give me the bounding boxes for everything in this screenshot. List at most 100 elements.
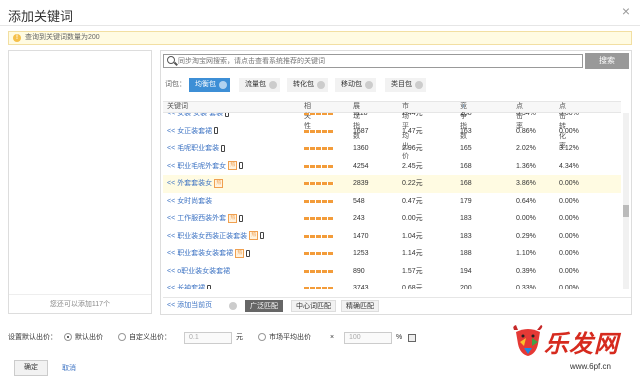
cell-ctr: 0.33% [516,285,536,289]
sort-icon: ↑ [561,104,564,110]
add-arrow: << [167,250,176,257]
cell-competition: 183 [460,215,472,222]
keyword-search-panel: 搜索 词包： 均衡包 流量包 转化包 移动包 类目包 关键词 相关性↑ 展现指数… [160,50,632,315]
cell-cvr: 0.00% [559,215,579,222]
add-arrow: << [167,162,176,170]
radio-icon[interactable] [118,333,126,342]
cell-cvr: 0.00% [559,267,579,275]
cell-ctr: 1.36% [516,162,536,170]
add-arrow: << [167,127,176,135]
default-bid-row: 设置默认出价： 默认出价 自定义出价： 0.1 元 市场平均出价 × 100 % [8,332,448,344]
help-icon[interactable] [365,81,373,89]
help-icon[interactable] [219,81,227,89]
custom-bid-option[interactable]: 自定义出价： [118,332,171,344]
search-box [163,54,583,68]
cell-impressions: 890 [353,267,365,275]
custom-bid-input[interactable]: 0.1 [184,332,232,344]
times-sign: × [330,334,335,341]
default-bid-option[interactable]: 默认出价 [64,332,103,344]
hot-badge: 热 [249,231,259,241]
remaining-count: 您还可以添加117个 [9,294,151,309]
keyword-add-link[interactable]: << 女装 女装 套装 [167,113,230,123]
cell-cvr: 0.00% [559,285,579,289]
search-button[interactable]: 搜索 [585,53,629,69]
table-row: << 长袖套裙 3743 0.68元 200 0.33% 0.00% [163,280,621,289]
cell-competition: 158 [460,113,472,117]
keyword-add-link[interactable]: << 女时尚套装 [167,193,212,211]
scrollbar-thumb[interactable] [623,205,629,217]
radio-icon[interactable] [64,333,72,342]
radio-icon[interactable] [258,333,266,342]
search-input[interactable] [178,55,578,67]
search-icon [167,56,175,64]
relevance-bar [304,182,334,185]
relevance-bar [304,252,334,255]
table-scrollbar[interactable] [623,113,629,289]
cell-avg-bid: 0.00元 [402,215,423,222]
cell-cvr: 4.34% [559,162,579,170]
hot-badge: 热 [235,248,245,258]
table-row: << 外套套装女热 2839 0.22元 168 3.86% 0.00% [163,175,621,193]
keyword-add-link[interactable]: << 职业毛呢外套女热 [167,158,244,176]
package-tab-conversion[interactable]: 转化包 [287,78,328,92]
percent-label: % [396,334,403,341]
cell-cvr: 0.00% [559,113,579,117]
package-tab-category[interactable]: 类目包 [385,78,426,92]
confirm-button[interactable]: 确定 [14,360,48,376]
help-icon[interactable] [269,81,277,89]
keyword-add-link[interactable]: << 职业装女西装正装套装热 [167,228,265,246]
add-current-page-link[interactable]: << 添加当前页 [167,298,212,314]
match-exact-button[interactable]: 精确匹配 [341,300,379,312]
cell-avg-bid: 0.47元 [402,197,423,205]
table-row: << 职业毛呢外套女热 4254 2.45元 168 1.36% 4.34% [163,158,621,176]
package-tab-label: 转化包 [293,81,314,88]
cell-ctr: 1.10% [516,250,536,257]
watermark-brand: 乐发网 [544,329,619,358]
calculator-icon[interactable] [408,334,416,342]
table-header: 关键词 相关性 ↑ 展现指数 ↑ 市场平均出价 ↑ 竞争指数 ↑ 点击率 ↑ 点击转化率 ↑ [163,101,621,160]
phone-icon [207,284,212,289]
relevance-bar [304,199,334,203]
cell-ctr: 3.86% [516,180,536,187]
table-row: << 职业装女西装正装套装热 1470 1.04元 183 0.29% 0.00% [163,228,621,246]
package-tab-label: 均衡包 [195,81,216,88]
close-icon[interactable]: × [622,3,630,19]
bull-icon [513,325,543,356]
cell-ctr: 0.34% [516,113,536,117]
keyword-add-link[interactable]: << 外套套装女热 [167,175,224,193]
phone-icon [214,127,219,135]
keyword-text: 女装 女装 套装 [177,113,224,117]
cancel-link[interactable]: 取消 [62,363,76,373]
add-arrow: << [167,215,176,222]
cell-ctr: 0.39% [516,267,536,275]
keyword-add-link[interactable]: << 职业套装女装套裙热 [167,245,251,263]
relevance-bar [304,129,334,133]
keyword-add-link[interactable]: << 毛呢职业套装 [167,140,226,158]
relevance-bar [304,217,334,220]
relevance-bar [304,113,334,115]
cell-cvr: 0.00% [559,127,579,135]
percent-input[interactable]: 100 [344,332,392,344]
keyword-add-link[interactable]: << 女正装套裙 [167,123,219,141]
hot-badge: 热 [228,213,238,223]
package-tab-mobile[interactable]: 移动包 [335,78,376,92]
add-arrow: << [167,232,176,240]
match-broad-button[interactable]: 广泛匹配 [245,300,283,312]
selected-keywords-panel: 您还可以添加117个 [8,50,152,314]
package-tab-balanced[interactable]: 均衡包 [189,78,230,92]
market-avg-option[interactable]: 市场平均出价 [258,332,311,344]
help-icon[interactable] [415,81,423,89]
keyword-text: 女正装套裙 [177,127,213,135]
keyword-add-link[interactable]: << 长袖套裙 [167,280,212,289]
package-tab-traffic[interactable]: 流量包 [239,78,280,92]
add-keyword-dialog: 添加关键词 × ! 查询到关键词数量为200 您还可以添加117个 搜索 词包：… [0,0,640,388]
help-icon[interactable] [229,302,237,310]
cell-cvr: 0.00% [559,232,579,240]
keyword-add-link[interactable]: << 工作服西装外套热 [167,210,244,228]
keyword-add-link[interactable]: << o职业装女装套裙 [167,263,230,281]
cell-competition: 194 [460,267,472,275]
package-tab-label: 移动包 [341,81,362,88]
help-icon[interactable] [317,81,325,89]
table-row: << 女时尚套装 548 0.47元 179 0.64% 0.00% [163,193,621,211]
match-center-button[interactable]: 中心词匹配 [291,300,336,312]
